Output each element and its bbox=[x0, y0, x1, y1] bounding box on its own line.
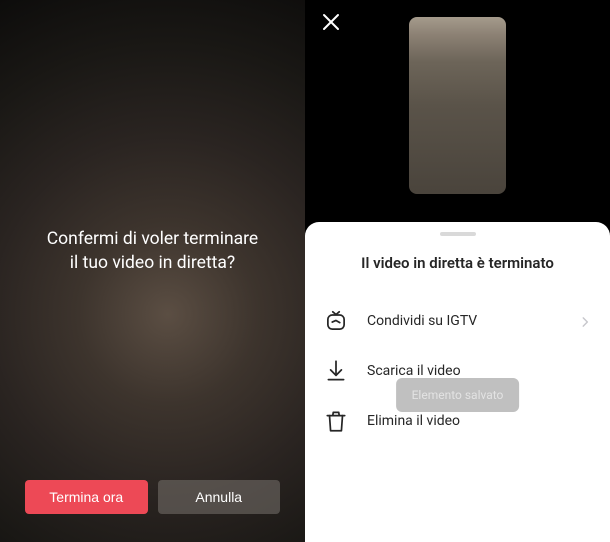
end-now-button[interactable]: Termina ora bbox=[25, 480, 148, 514]
video-thumbnail[interactable] bbox=[409, 17, 506, 194]
sheet-title: Il video in diretta è terminato bbox=[305, 254, 610, 272]
download-icon bbox=[323, 358, 349, 384]
cancel-button[interactable]: Annulla bbox=[158, 480, 281, 514]
share-igtv-item[interactable]: Condividi su IGTV bbox=[305, 296, 610, 346]
sheet-grabber[interactable] bbox=[440, 232, 476, 236]
confirm-button-row: Termina ora Annulla bbox=[25, 480, 280, 514]
delete-video-label: Elimina il video bbox=[367, 413, 460, 429]
chevron-right-icon bbox=[578, 314, 592, 328]
download-video-item[interactable]: Scarica il video bbox=[305, 346, 610, 396]
download-video-label: Scarica il video bbox=[367, 363, 461, 379]
trash-icon bbox=[323, 408, 349, 434]
igtv-icon bbox=[323, 308, 349, 334]
action-sheet: Il video in diretta è terminato Condivid… bbox=[305, 222, 610, 542]
confirm-line-1: Confermi di voler terminare bbox=[47, 229, 258, 249]
confirm-end-live-dialog: Confermi di voler terminare il tuo video… bbox=[0, 0, 305, 542]
delete-video-item[interactable]: Elimina il video bbox=[305, 396, 610, 446]
share-igtv-label: Condividi su IGTV bbox=[367, 313, 477, 329]
close-icon[interactable] bbox=[319, 10, 343, 34]
post-live-screen: Il video in diretta è terminato Condivid… bbox=[305, 0, 610, 542]
confirm-line-2: il tuo video in diretta? bbox=[70, 253, 235, 273]
confirm-message: Confermi di voler terminare il tuo video… bbox=[0, 228, 305, 275]
